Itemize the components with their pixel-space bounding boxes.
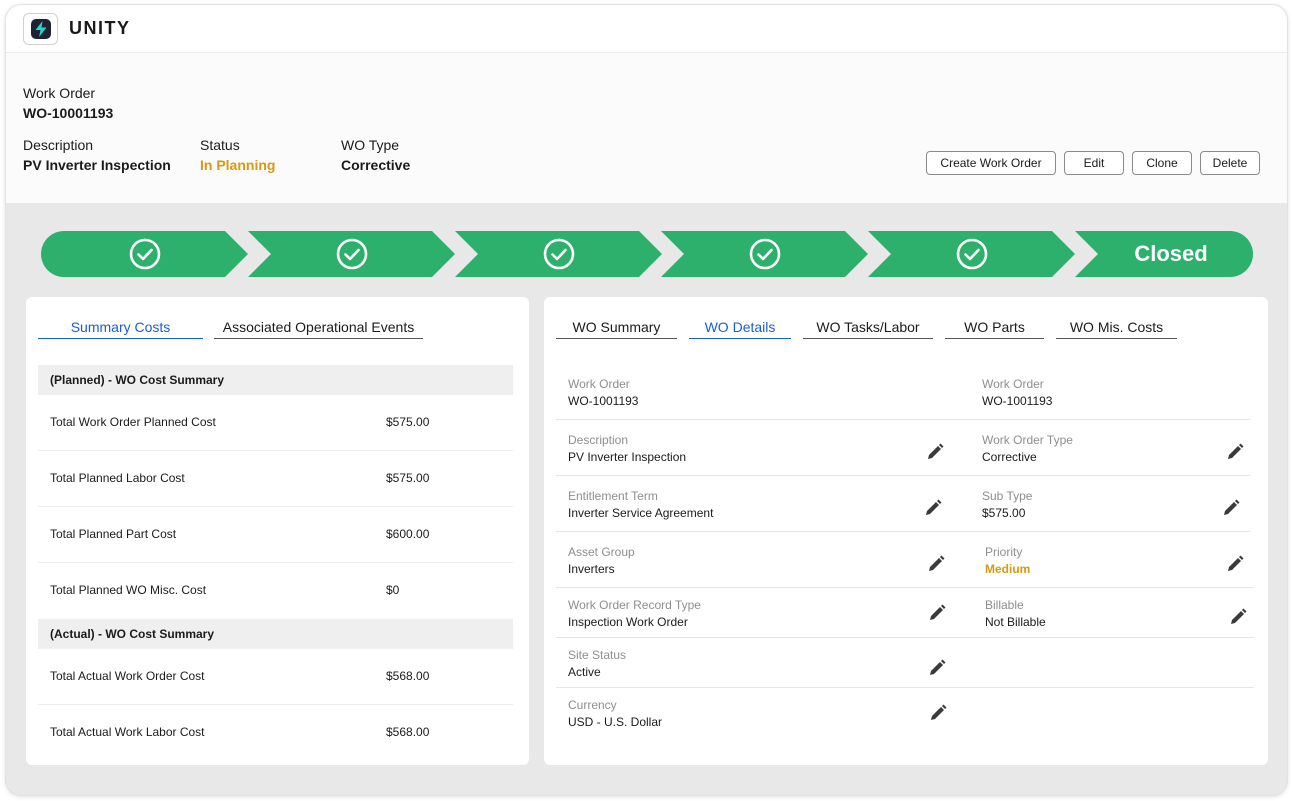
cost-label: Total Actual Work Labor Cost	[50, 725, 205, 739]
cost-label: Total Work Order Planned Cost	[50, 415, 216, 429]
check-circle-icon	[336, 238, 368, 270]
pencil-icon[interactable]	[927, 603, 947, 623]
cost-label: Total Planned Labor Cost	[50, 471, 185, 485]
pencil-icon[interactable]	[928, 703, 948, 723]
field-value: WO-1001193	[982, 394, 1053, 408]
divider	[556, 587, 1254, 588]
field-label: Sub Type	[982, 489, 1033, 503]
delete-button[interactable]: Delete	[1200, 151, 1260, 175]
table-row: Total Planned WO Misc. Cost $0	[38, 563, 513, 619]
wo-type-value: Corrective	[341, 157, 411, 173]
app-logo[interactable]	[23, 13, 58, 45]
pencil-icon[interactable]	[1228, 607, 1248, 627]
description-value: PV Inverter Inspection	[23, 157, 171, 173]
field-label: Description	[568, 433, 629, 447]
pencil-icon[interactable]	[1221, 498, 1241, 518]
divider	[556, 637, 1254, 638]
cost-value: $575.00	[386, 415, 430, 429]
cost-label: Total Planned WO Misc. Cost	[50, 583, 207, 597]
field-label: Entitlement Term	[568, 489, 658, 503]
app-window: UNITY Work Order WO-10001193 Description…	[5, 4, 1288, 796]
cost-value: $600.00	[386, 527, 430, 541]
table-row: Total Planned Labor Cost $575.00	[38, 451, 513, 507]
tab-wo-summary[interactable]: WO Summary	[556, 319, 677, 339]
pencil-icon[interactable]	[1225, 554, 1245, 574]
field-value: USD - U.S. Dollar	[568, 715, 663, 729]
planned-cost-section-title: (Planned) - WO Cost Summary	[38, 365, 513, 395]
tab-wo-tasks-labor[interactable]: WO Tasks/Labor	[803, 319, 933, 339]
field-value: Corrective	[982, 450, 1037, 464]
priority-value: Medium	[985, 562, 1031, 576]
field-label: Billable	[985, 598, 1024, 612]
edit-button[interactable]: Edit	[1064, 151, 1124, 175]
field-value: Inverters	[568, 562, 615, 576]
pencil-icon[interactable]	[923, 498, 943, 518]
status-label: Status	[200, 137, 240, 153]
create-work-order-button[interactable]: Create Work Order	[926, 151, 1056, 175]
tab-wo-parts[interactable]: WO Parts	[945, 319, 1044, 339]
table-row: Total Planned Part Cost $600.00	[38, 507, 513, 563]
table-row: Total Actual Work Order Cost $568.00	[38, 649, 513, 705]
field-label: Work Order Record Type	[568, 598, 701, 612]
divider	[556, 475, 1250, 476]
field-value: Inverter Service Agreement	[568, 506, 714, 520]
wo-type-label: WO Type	[341, 137, 400, 153]
tab-wo-misc-costs[interactable]: WO Mis. Costs	[1056, 319, 1177, 339]
top-bar: UNITY	[6, 5, 1287, 53]
step-closed-label: Closed	[1134, 241, 1208, 266]
pencil-icon[interactable]	[927, 658, 947, 678]
tab-wo-details[interactable]: WO Details	[689, 319, 791, 339]
pencil-icon[interactable]	[925, 442, 945, 462]
divider	[556, 419, 1250, 420]
field-label: Priority	[985, 545, 1023, 559]
check-circle-icon	[543, 238, 575, 270]
cost-label: Total Actual Work Order Cost	[50, 669, 205, 683]
field-label: Asset Group	[568, 545, 635, 559]
check-circle-icon	[956, 238, 988, 270]
check-circle-icon	[749, 238, 781, 270]
field-label: Work Order	[982, 377, 1044, 391]
field-value: WO-1001193	[568, 394, 639, 408]
pencil-icon[interactable]	[1225, 442, 1245, 462]
cost-label: Total Planned Part Cost	[50, 527, 177, 541]
field-value: $575.00	[982, 506, 1026, 520]
actual-cost-section-title: (Actual) - WO Cost Summary	[38, 619, 513, 649]
work-order-header: Work Order WO-10001193 Description PV In…	[6, 53, 1287, 203]
table-row: Total Actual Work Labor Cost $568.00	[38, 705, 513, 761]
pencil-icon[interactable]	[926, 554, 946, 574]
summary-costs-panel: Summary Costs Associated Operational Eve…	[26, 297, 529, 765]
field-value: Active	[568, 665, 601, 679]
check-circle-icon	[129, 238, 161, 270]
field-label: Currency	[568, 698, 617, 712]
cost-value: $568.00	[386, 725, 430, 739]
brand-name: UNITY	[69, 18, 131, 38]
work-order-label: Work Order	[23, 85, 96, 101]
divider	[556, 687, 1254, 688]
divider	[556, 531, 1250, 532]
bolt-icon	[31, 19, 51, 39]
field-label: Site Status	[568, 648, 627, 662]
clone-button[interactable]: Clone	[1132, 151, 1192, 175]
field-value: Not Billable	[985, 615, 1046, 629]
status-stepper: Closed	[41, 231, 1253, 277]
field-value: PV Inverter Inspection	[568, 450, 687, 464]
field-label: Work Order	[568, 377, 630, 391]
tab-associated-operational-events[interactable]: Associated Operational Events	[214, 319, 423, 339]
field-value: Inspection Work Order	[568, 615, 688, 629]
table-row: Total Work Order Planned Cost $575.00	[38, 395, 513, 451]
work-order-number: WO-10001193	[23, 105, 114, 121]
cost-value: $575.00	[386, 471, 430, 485]
cost-value: $0	[386, 583, 400, 597]
description-label: Description	[23, 137, 94, 153]
status-badge: In Planning	[200, 157, 276, 173]
tab-summary-costs[interactable]: Summary Costs	[38, 319, 203, 339]
wo-details-panel: WO Summary WO Details WO Tasks/Labor WO …	[544, 297, 1268, 765]
cost-value: $568.00	[386, 669, 430, 683]
field-label: Work Order Type	[982, 433, 1073, 447]
